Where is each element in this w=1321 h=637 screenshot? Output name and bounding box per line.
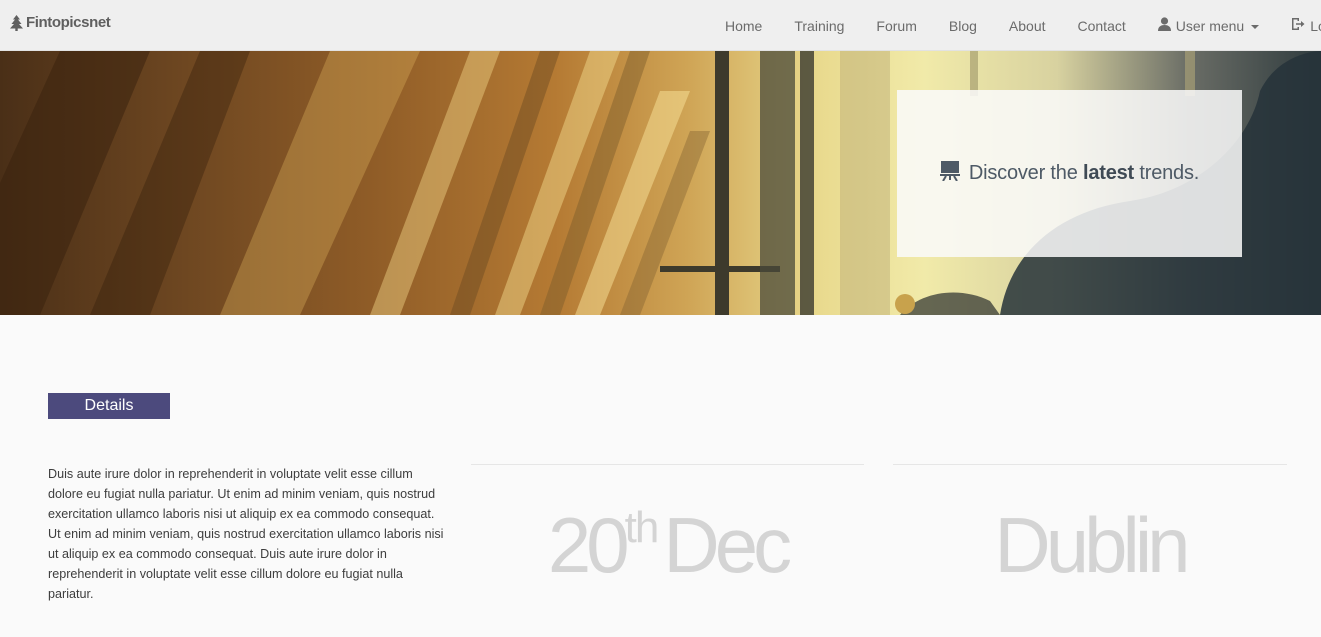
date-divider (471, 464, 864, 465)
top-navbar: Fintopicsnet Home Training Forum Blog Ab… (0, 0, 1321, 51)
user-icon (1157, 17, 1171, 34)
logout-label: Log Out (1310, 17, 1321, 34)
main-nav: Home Training Forum Blog About Contact U… (709, 0, 1321, 51)
nav-about[interactable]: About (993, 18, 1062, 34)
hero-callout: Discover the latest trends. (897, 90, 1242, 257)
nav-home-label: Home (725, 17, 763, 34)
event-location: Dublin (994, 501, 1190, 589)
nav-training[interactable]: Training (778, 18, 860, 34)
logout-link[interactable]: Log Out (1275, 17, 1321, 34)
nav-blog-label: Blog (948, 17, 977, 34)
event-date: 20thDec (471, 500, 864, 603)
user-menu-label: User menu (1175, 17, 1245, 34)
details-description: Duis aute irure dolor in reprehenderit i… (48, 467, 444, 601)
user-menu-dropdown[interactable]: User menu (1142, 17, 1275, 34)
chevron-down-icon (1251, 24, 1260, 29)
location-divider (893, 464, 1287, 465)
nav-training-label: Training (794, 17, 845, 34)
presentation-board-icon (939, 161, 960, 186)
details-heading-badge: Details (48, 393, 170, 419)
tagline-prefix: Discover the (968, 162, 1083, 184)
event-date-day: 20 (547, 501, 630, 589)
tree-icon (10, 14, 23, 31)
hero-tagline: Discover the latest trends. (969, 162, 1199, 185)
hero-banner: Discover the latest trends. (0, 51, 1321, 315)
event-date-suffix: th (624, 503, 660, 552)
nav-contact[interactable]: Contact (1062, 18, 1142, 34)
brand-name: Fintopicsnet (26, 14, 111, 31)
nav-forum[interactable]: Forum (860, 18, 932, 34)
nav-home[interactable]: Home (709, 18, 778, 34)
nav-blog[interactable]: Blog (933, 18, 993, 34)
nav-contact-label: Contact (1077, 17, 1126, 34)
nav-about-label: About (1008, 17, 1046, 34)
tagline-suffix: trends. (1134, 162, 1200, 184)
brand-logo[interactable]: Fintopicsnet (10, 14, 111, 31)
tagline-emphasis: latest (1082, 162, 1135, 184)
nav-forum-label: Forum (876, 17, 917, 34)
log-out-icon (1291, 17, 1305, 34)
event-date-month: Dec (663, 501, 792, 589)
